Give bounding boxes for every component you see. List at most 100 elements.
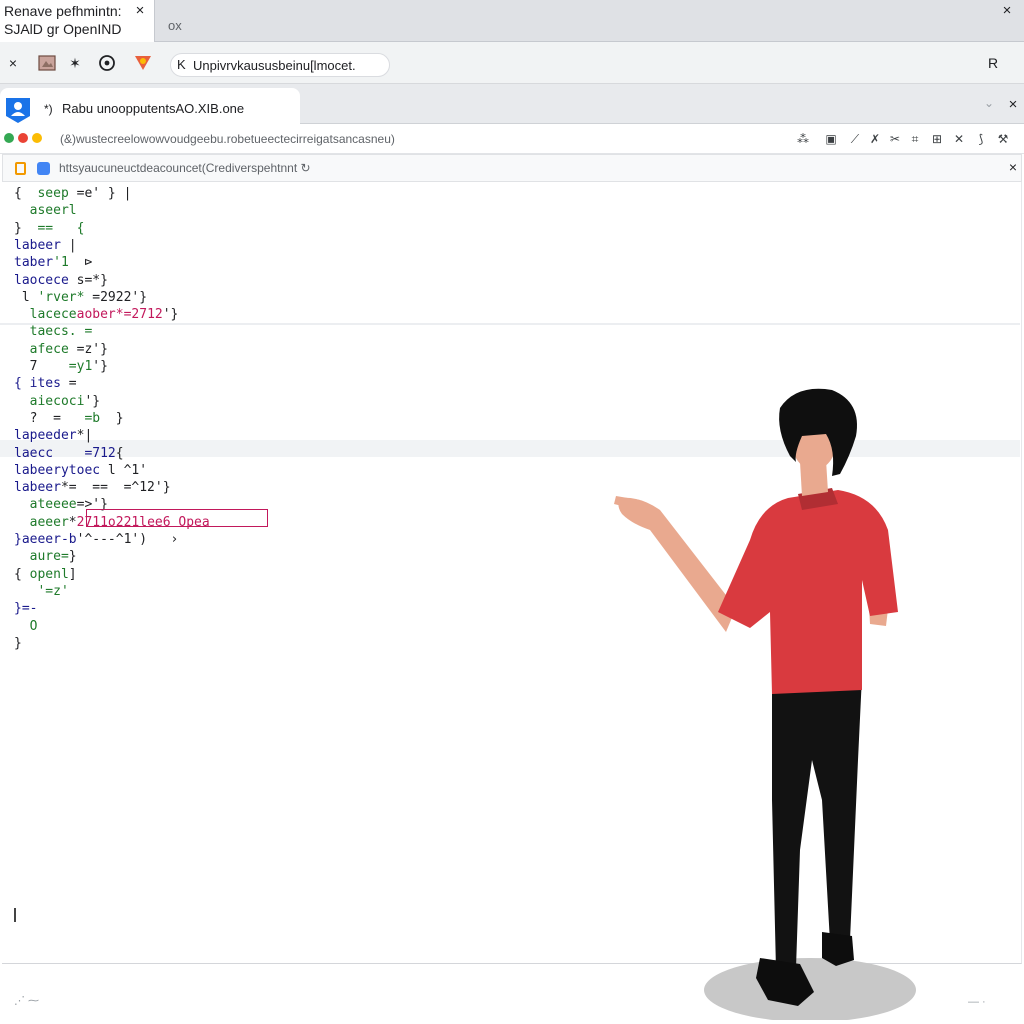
- pin-icon[interactable]: ✗: [866, 130, 884, 148]
- code-line: taber'1 ⊳: [14, 255, 92, 271]
- code-token: l: [14, 290, 38, 305]
- navigation-bar: × ✶ K Unpivrvkaususbeinu[lmocet. R: [0, 42, 1024, 84]
- code-token: }: [100, 411, 124, 426]
- code-token: lacece: [14, 307, 77, 322]
- code-line: taecs. =: [14, 324, 93, 340]
- tools-icon[interactable]: ⊞: [928, 130, 946, 148]
- image-icon[interactable]: [36, 52, 58, 74]
- code-token: *= == =^12': [60, 480, 163, 495]
- code-token: }: [68, 549, 77, 564]
- code-token: {: [14, 186, 38, 201]
- bookmark-url[interactable]: (&)wustecreelowowvoudgeebu.robetueecteci…: [60, 132, 395, 146]
- code-token: seep: [37, 186, 77, 201]
- code-token: *=2712: [115, 307, 163, 322]
- code-token: taber: [14, 255, 54, 270]
- code-token: labeer: [14, 480, 61, 495]
- code-token: }: [14, 221, 38, 236]
- code-token: {: [14, 567, 30, 582]
- code-token: aiecoci: [14, 394, 85, 409]
- inner-tab-menu-icon[interactable]: ⌄: [984, 96, 994, 110]
- tab-active[interactable]: Renave pefhmintn: SJAlD gr OpenIND ×: [0, 0, 155, 42]
- code-line: afece =z'}: [14, 342, 108, 358]
- code-line: ? = =b }: [14, 411, 124, 427]
- code-line: { ites =: [14, 376, 77, 392]
- wand-icon[interactable]: ⟆: [972, 130, 990, 148]
- tab-title-line1: Renave pefhmintn:: [4, 3, 122, 19]
- scissors-icon[interactable]: ✂: [886, 130, 904, 148]
- refresh-icon[interactable]: [96, 52, 118, 74]
- code-token: =y1: [68, 359, 93, 374]
- code-token: openl: [29, 567, 69, 582]
- code-token: labeer: [14, 238, 61, 253]
- code-token: =e' } |: [76, 186, 132, 201]
- code-token: '}: [162, 307, 179, 322]
- code-line: laceceaober*=2712'}: [14, 307, 179, 323]
- code-token: ⊳: [84, 255, 93, 270]
- cross-tools-icon[interactable]: ✕: [950, 130, 968, 148]
- line-highlight: [0, 323, 1020, 325]
- code-token: }: [14, 636, 22, 651]
- tab-strip: Renave pefhmintn: SJAlD gr OpenIND × ox …: [0, 0, 1024, 42]
- hammer-icon[interactable]: ⚒: [994, 130, 1012, 148]
- inner-tab-strip: *) Rabu unoopputentsAO.XIB.one: [0, 84, 1024, 124]
- tab-2-label[interactable]: ox: [168, 18, 182, 33]
- code-token: =712: [84, 446, 116, 461]
- code-line: labeer*= == =^12'}: [14, 480, 171, 496]
- inner-address-bar: httsyaucuneuctdeacouncet(Crediverspehtnn…: [2, 154, 1022, 182]
- inner-page-close-icon[interactable]: ×: [1005, 159, 1021, 175]
- code-line: aiecoci'}: [14, 394, 100, 410]
- code-token: }: [162, 480, 171, 495]
- code-token: =b: [84, 411, 101, 426]
- inner-tab-active[interactable]: *) Rabu unoopputentsAO.XIB.one: [0, 88, 300, 124]
- star-icon[interactable]: ✶: [64, 52, 86, 74]
- code-token: '=z': [37, 584, 69, 599]
- code-line: aure=}: [14, 549, 77, 565]
- code-token: O: [29, 619, 38, 634]
- wrench-icon[interactable]: ⟋: [846, 130, 864, 148]
- profile-icon[interactable]: R: [982, 52, 1004, 74]
- code-token: |: [60, 238, 77, 253]
- code-token: }aeeer-b: [14, 532, 77, 547]
- code-token: '1: [53, 255, 85, 270]
- code-line: O: [14, 619, 38, 635]
- code-line: }aeeer-b'^---^1') ›: [14, 532, 178, 548]
- code-token: '^---^1'): [76, 532, 171, 547]
- code-token: '}: [92, 359, 108, 374]
- shield-icon[interactable]: [37, 162, 50, 175]
- code-token: laocece: [14, 273, 77, 288]
- green-extension-icon[interactable]: [4, 133, 14, 143]
- tab-close-icon[interactable]: ×: [131, 2, 149, 20]
- code-token: aeeer: [14, 515, 69, 530]
- code-token: 7: [14, 359, 69, 374]
- extensions-bar: (&)wustecreelowowvoudgeebu.robetueecteci…: [0, 124, 1024, 154]
- address-bar[interactable]: K Unpivrvkaususbeinu[lmocet.: [170, 53, 390, 77]
- code-token: ? =: [14, 411, 85, 426]
- code-token: aseerl: [14, 203, 77, 218]
- puzzle-icon[interactable]: ⌗: [906, 130, 924, 148]
- extension-icon[interactable]: [132, 52, 154, 74]
- inner-url-text[interactable]: httsyaucuneuctdeacouncet(Crediverspehtnn…: [59, 161, 311, 175]
- reload-icon[interactable]: ↻: [301, 161, 311, 175]
- code-token: =z'}: [76, 342, 108, 357]
- code-line: labeerytoec l ^1': [14, 463, 147, 479]
- code-line: }=-: [14, 601, 37, 617]
- code-line: '=z': [14, 584, 69, 600]
- code-token: laecc: [14, 446, 85, 461]
- inner-close-icon[interactable]: ×: [1004, 96, 1022, 114]
- window-close-icon[interactable]: ×: [998, 2, 1016, 20]
- code-token: afece: [14, 342, 77, 357]
- grid-icon[interactable]: ⁂: [794, 130, 812, 148]
- close-icon[interactable]: ×: [2, 52, 24, 74]
- user-badge-icon: [6, 98, 30, 123]
- yellow-extension-icon[interactable]: [32, 133, 42, 143]
- code-token: ›: [170, 532, 179, 547]
- bookmark-icon[interactable]: [15, 162, 26, 175]
- code-token: taecs. =: [14, 324, 93, 339]
- box-icon[interactable]: ▣: [822, 130, 840, 148]
- code-line: 7 =y1'}: [14, 359, 108, 375]
- code-token: ]: [68, 567, 77, 582]
- red-extension-icon[interactable]: [18, 133, 28, 143]
- inner-url-label: httsyaucuneuctdeacouncet(Crediverspehtnn…: [59, 161, 298, 175]
